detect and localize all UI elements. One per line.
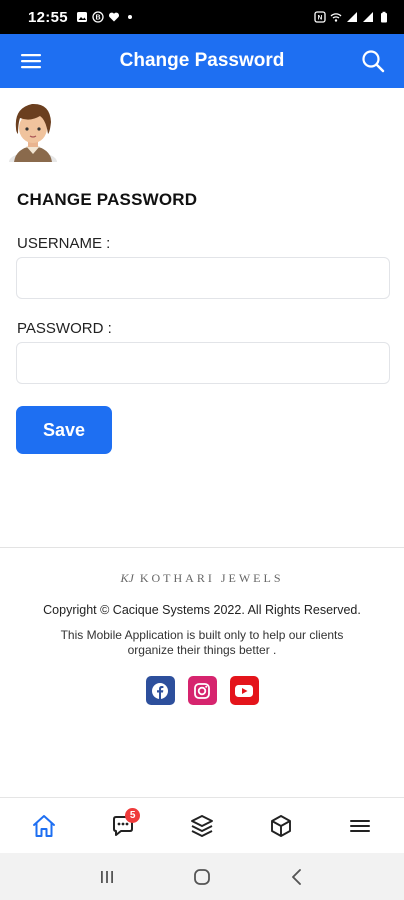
nav-menu[interactable] — [335, 801, 385, 851]
svg-text:N: N — [318, 15, 323, 22]
wifi-icon — [330, 13, 342, 22]
username-input[interactable] — [16, 257, 390, 299]
back-icon — [291, 868, 301, 885]
facebook-button[interactable] — [145, 676, 175, 705]
instagram-button[interactable] — [187, 676, 217, 705]
nav-layers[interactable] — [177, 801, 227, 851]
heart-icon — [108, 12, 119, 22]
app-header: Change Password — [0, 34, 404, 88]
bottom-nav: 5 — [0, 797, 404, 853]
dot-icon — [127, 15, 132, 19]
signal-icon — [347, 12, 357, 22]
brand-monogram: KJ — [120, 571, 134, 585]
signal-icon — [363, 12, 373, 22]
username-label: USERNAME : — [17, 235, 111, 252]
nfc-icon: N — [314, 11, 326, 23]
menu-icon — [349, 819, 370, 832]
status-left-icons: B — [76, 11, 136, 23]
chat-badge: 5 — [125, 807, 141, 823]
recents-button[interactable] — [87, 857, 127, 897]
avatar-illustration — [9, 103, 57, 172]
form-title: CHANGE PASSWORD — [17, 190, 198, 209]
box-icon — [270, 814, 291, 837]
search-button[interactable] — [346, 34, 400, 88]
page-title: Change Password — [119, 50, 285, 71]
image-icon — [76, 12, 87, 22]
brand-logo: KJ KOTHARI JEWELS — [0, 571, 404, 586]
avatar — [6, 98, 60, 172]
search-icon — [362, 50, 385, 73]
layers-icon — [191, 814, 213, 837]
brand-name: KOTHARI JEWELS — [139, 571, 284, 585]
divider — [0, 547, 404, 548]
home-circle-icon — [194, 868, 210, 885]
social-links — [0, 676, 404, 705]
save-button[interactable]: Save — [16, 406, 112, 454]
recents-icon — [101, 870, 114, 883]
back-button[interactable] — [277, 857, 317, 897]
copyright-text: Copyright © Cacique Systems 2022. All Ri… — [43, 603, 361, 617]
home-icon — [33, 814, 56, 837]
app-screen: 12:55 B N Change Password CHANGE PASSWOR… — [0, 0, 404, 900]
nav-home[interactable] — [19, 801, 69, 851]
system-nav-bar — [0, 853, 404, 900]
nav-chat[interactable]: 5 — [98, 801, 148, 851]
facebook-icon — [152, 682, 168, 699]
home-system-button[interactable] — [182, 857, 222, 897]
instagram-icon — [194, 682, 210, 699]
status-right-icons: N — [314, 11, 390, 23]
youtube-button[interactable] — [229, 676, 259, 705]
svg-text:B: B — [95, 15, 100, 22]
menu-button[interactable] — [4, 34, 58, 88]
password-label: PASSWORD : — [17, 320, 112, 337]
status-time: 12:55 — [28, 8, 68, 26]
battery-icon — [381, 11, 387, 23]
youtube-icon — [235, 684, 253, 697]
password-input[interactable] — [16, 342, 390, 384]
status-bar: 12:55 B N — [0, 0, 404, 34]
app-note: This Mobile Application is built only to… — [60, 628, 344, 657]
nav-box[interactable] — [256, 801, 306, 851]
b-icon: B — [92, 11, 104, 23]
hamburger-icon — [21, 54, 41, 69]
